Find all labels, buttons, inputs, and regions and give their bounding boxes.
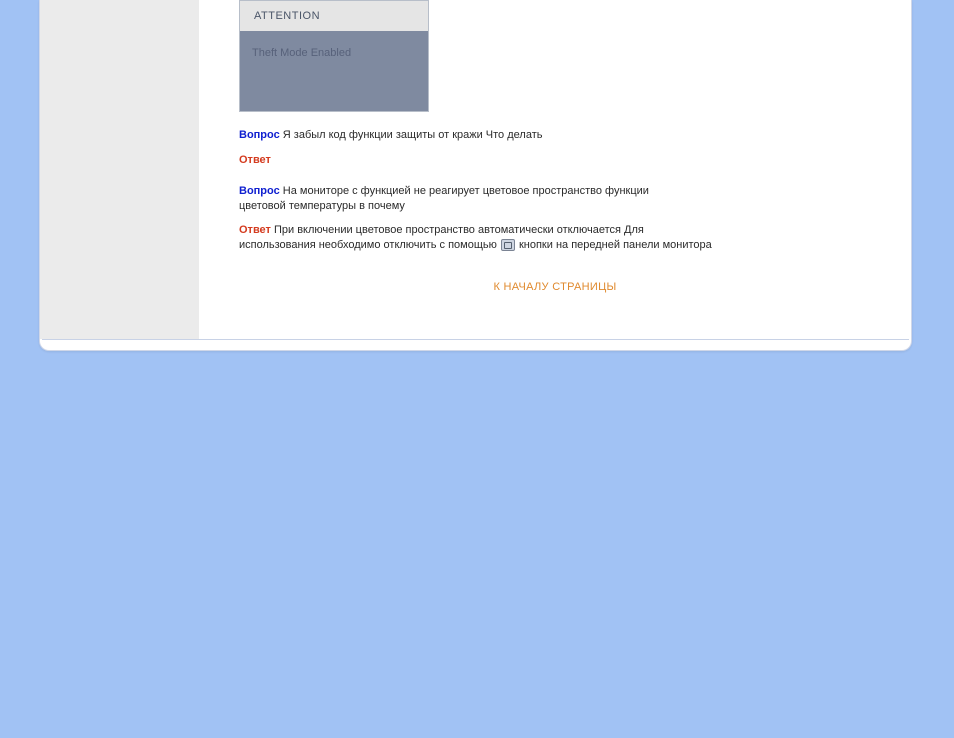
page-background: ATTENTION Theft Mode Enabled Вопрос Я за… (0, 0, 954, 738)
attention-screenshot: ATTENTION Theft Mode Enabled (239, 0, 429, 112)
answer-label: Ответ (239, 224, 271, 236)
qa-item: Ответ (239, 153, 839, 168)
question-text: На мониторе с функцией не реагирует цвет… (283, 185, 649, 197)
question-text: Я забыл код функции защиты от кражи Что … (283, 129, 543, 141)
qa-item: Вопрос Я забыл код функции защиты от кра… (239, 128, 839, 143)
answer-text: При включении цветовое пространство авто… (274, 224, 644, 236)
back-to-top-link[interactable]: К НАЧАЛУ СТРАНИЦЫ (199, 281, 911, 293)
qa-item: Ответ При включении цветовое пространств… (239, 223, 839, 253)
qa-item: Вопрос На мониторе с функцией не реагиру… (239, 184, 839, 214)
content-area: ATTENTION Theft Mode Enabled Вопрос Я за… (199, 0, 911, 339)
attention-header: ATTENTION (240, 1, 428, 31)
question-label: Вопрос (239, 185, 280, 197)
answer-cont-after: кнопки на передней панели монитора (519, 239, 712, 251)
answer-text-continuation: использования необходимо отключить с пом… (239, 238, 839, 253)
left-sidebar (40, 0, 199, 339)
answer-label: Ответ (239, 154, 271, 166)
card-bottom-rule (42, 339, 909, 340)
question-text-continuation: цветовой температуры в почему (239, 199, 839, 214)
osd-button-icon (501, 239, 515, 251)
answer-cont-before: использования необходимо отключить с пом… (239, 239, 500, 251)
document-card: ATTENTION Theft Mode Enabled Вопрос Я за… (39, 0, 912, 351)
question-label: Вопрос (239, 129, 280, 141)
attention-body-text: Theft Mode Enabled (240, 31, 428, 59)
